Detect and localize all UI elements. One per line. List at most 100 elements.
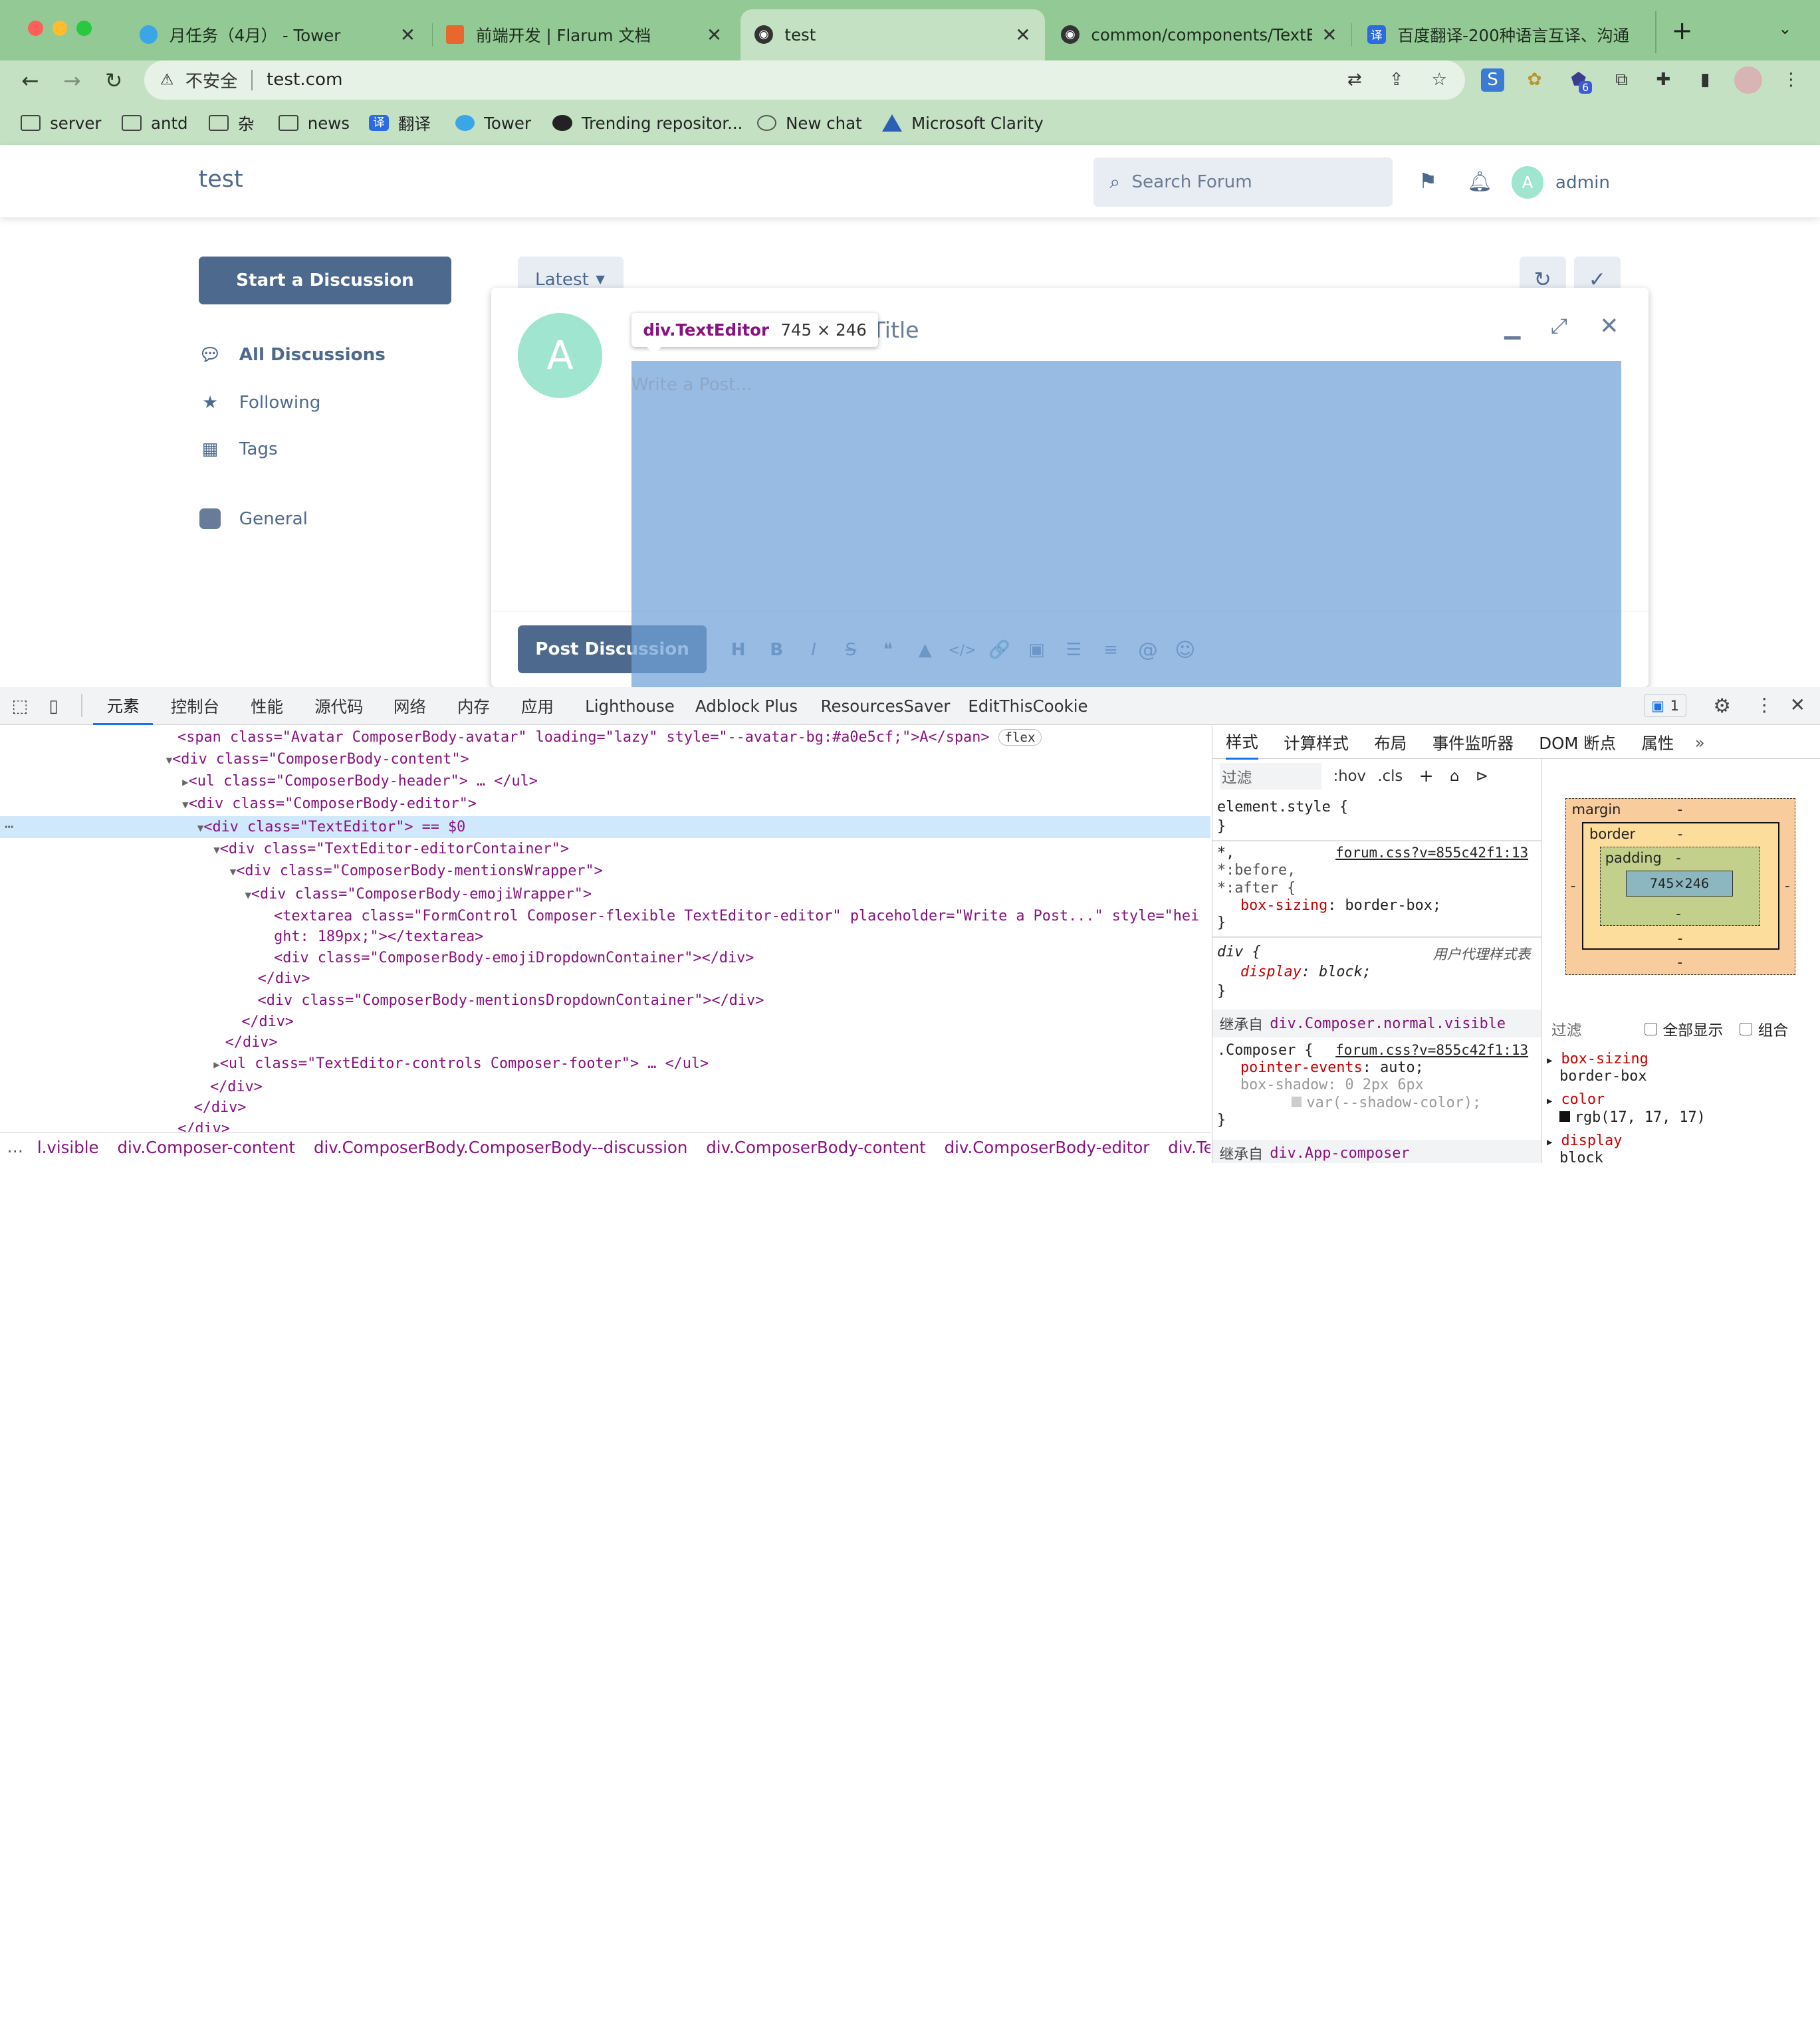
dom-node[interactable]: ▶<ul class="TextEditor-controls Composer… <box>213 1053 709 1075</box>
devtools-tab-performance[interactable]: 性能 <box>251 687 283 726</box>
dom-node[interactable]: ▼<div class="ComposerBody-mentionsWrappe… <box>230 860 603 882</box>
expand-triangle-icon[interactable]: ▼ <box>197 821 203 834</box>
dom-node-continuation[interactable]: ght: 189px;"></textarea> <box>274 926 483 948</box>
post-textarea[interactable]: Write a Post... <box>631 375 752 395</box>
close-tab-icon[interactable]: ✕ <box>1321 24 1337 46</box>
group-checkbox[interactable] <box>1739 1023 1752 1036</box>
close-tab-icon[interactable]: ✕ <box>400 24 415 46</box>
devtools-tab-sources[interactable]: 源代码 <box>314 687 363 726</box>
expand-triangle-icon[interactable]: ▼ <box>166 754 172 766</box>
collapse-triangle-icon[interactable]: ▶ <box>213 1058 219 1071</box>
breadcrumb-item[interactable]: l.visible <box>37 1138 99 1157</box>
devtools-tab-console[interactable]: 控制台 <box>171 687 219 726</box>
nav-tag-general[interactable]: General <box>199 505 308 533</box>
more-tabs-icon[interactable]: » <box>1695 733 1705 752</box>
dom-node-close[interactable]: </div> <box>210 1076 263 1098</box>
nav-following[interactable]: ★ Following <box>199 389 320 417</box>
forum-title[interactable]: test <box>199 166 243 193</box>
computed-prop[interactable]: ▶ display block <box>1547 1132 1706 1163</box>
bookmark-tower[interactable]: Tower <box>455 110 531 136</box>
dom-node-close[interactable]: </div> <box>177 1118 230 1132</box>
expand-triangle-icon[interactable]: ▼ <box>213 843 219 856</box>
expand-triangle-icon[interactable]: ▼ <box>245 889 251 901</box>
minimize-composer-icon[interactable]: ▁ <box>1504 316 1520 340</box>
inspect-element-icon[interactable]: ⬚ <box>11 696 28 716</box>
bookmark-new-chat[interactable]: New chat <box>756 110 862 136</box>
dom-node-selected[interactable]: ⋯ ▼<div class="TextEditor"> == $0 <box>0 815 1211 838</box>
cls-toggle[interactable]: .cls <box>1377 768 1403 785</box>
breadcrumb-item-active[interactable]: div.TextEditor <box>1168 1138 1210 1157</box>
dom-node[interactable]: <div class="ComposerBody-emojiDropdownCo… <box>274 947 754 969</box>
dom-node[interactable]: <span class="Avatar ComposerBody-avatar"… <box>177 726 1042 748</box>
expand-triangle-icon[interactable]: ▼ <box>182 798 188 811</box>
browser-tab-github[interactable]: ◉ common/components/TextEdit ✕ <box>1047 9 1351 60</box>
dom-breakpoints-tab[interactable]: DOM 断点 <box>1539 731 1616 754</box>
browser-tab-flarum-docs[interactable]: 前端开发 | Flarum 文档 ✕ <box>432 9 737 60</box>
nav-all-discussions[interactable]: 💬︎ All Discussions <box>199 341 385 369</box>
devtools-tab-adblock-plus[interactable]: Adblock Plus <box>695 687 798 726</box>
bookmark-github-trending[interactable]: Trending repositor... <box>552 110 742 136</box>
breadcrumb-item[interactable]: div.ComposerBody-content <box>706 1138 925 1157</box>
dom-node[interactable]: ▼<div class="TextEditor-editorContainer"… <box>213 838 569 860</box>
breadcrumb-scroll-left-icon[interactable]: … <box>7 1137 23 1156</box>
dom-node[interactable]: ▶<ul class="ComposerBody-header"> … </ul… <box>182 770 538 792</box>
extension-s-icon[interactable]: S <box>1481 68 1505 92</box>
close-tab-icon[interactable]: ✕ <box>1015 24 1030 46</box>
back-icon[interactable]: ← <box>16 67 44 95</box>
address-bar[interactable]: ⚠ 不安全 test.com <box>144 60 1465 100</box>
flag-icon[interactable]: ⚑ <box>1419 169 1437 193</box>
maximize-window-icon[interactable] <box>76 21 92 37</box>
close-window-icon[interactable] <box>27 21 43 37</box>
breadcrumb-item[interactable]: div.ComposerBody-editor <box>945 1138 1150 1157</box>
devtools-tab-application[interactable]: 应用 <box>521 687 554 726</box>
search-input[interactable]: ⌕ Search Forum <box>1093 158 1393 207</box>
bookmark-news[interactable]: news <box>279 110 350 136</box>
devtools-more-icon[interactable]: ⋮ <box>1755 694 1773 716</box>
bookmark-translate[interactable]: 译翻译 <box>369 110 431 136</box>
devtools-tab-editthiscookie[interactable]: EditThisCookie <box>968 687 1087 726</box>
new-tab-button[interactable]: + <box>1672 16 1693 46</box>
computed-filter-input[interactable]: 过滤 <box>1551 1018 1645 1040</box>
computed-prop[interactable]: ▶ box-sizing border-box <box>1547 1051 1706 1085</box>
dom-node[interactable]: <textarea class="FormControl Composer-fl… <box>274 905 1199 927</box>
dom-node-close[interactable]: </div> <box>258 968 310 990</box>
dom-node-close[interactable]: </div> <box>194 1097 247 1119</box>
new-rule-icon[interactable]: + <box>1419 766 1434 786</box>
start-discussion-button[interactable]: Start a Discussion <box>198 256 452 304</box>
devtools-tab-network[interactable]: 网络 <box>394 687 426 726</box>
toggle-sidebar-icon[interactable]: ⊳ <box>1476 768 1488 785</box>
hov-toggle[interactable]: :hov <box>1333 768 1366 785</box>
breadcrumb-item[interactable]: div.ComposerBody.ComposerBody--discussio… <box>314 1138 687 1157</box>
tab-search-icon[interactable]: ⌄ <box>1778 19 1791 38</box>
box-margin[interactable]: margin - - - - border - - padding - - 74… <box>1565 798 1795 975</box>
show-all-checkbox[interactable] <box>1644 1023 1657 1036</box>
devtools-settings-gear-icon[interactable]: ⚙ <box>1713 694 1731 717</box>
devtools-tab-lighthouse[interactable]: Lighthouse <box>585 687 675 726</box>
forward-icon[interactable]: → <box>58 67 86 95</box>
devtools-tab-resourcessaver[interactable]: ResourcesSaver <box>821 687 951 726</box>
styles-filter-input[interactable]: 过滤 <box>1219 763 1322 790</box>
flex-badge[interactable]: flex <box>998 729 1042 746</box>
browser-tab-tower[interactable]: 月任务（4月） - Tower ✕ <box>126 9 430 60</box>
extensions-puzzle-icon[interactable]: ✚ <box>1650 68 1676 92</box>
dom-node[interactable]: ▼<div class="ComposerBody-content"> <box>166 748 469 770</box>
close-tab-icon[interactable]: ✕ <box>707 24 722 46</box>
browser-menu-icon[interactable]: ⋮ <box>1778 68 1803 92</box>
extension-cookie-icon[interactable]: ✿ <box>1522 68 1547 92</box>
tab-groups-icon[interactable]: ⧉ <box>1609 68 1634 92</box>
user-avatar[interactable]: A <box>1511 165 1544 199</box>
stylesheet-link[interactable]: forum.css?v=855c42f1:13 <box>1335 845 1528 861</box>
computed-prop[interactable]: ▶ color rgb(17, 17, 17) <box>1547 1091 1706 1126</box>
reload-icon[interactable]: ↻ <box>100 67 128 95</box>
devtools-tab-memory[interactable]: 内存 <box>457 687 490 726</box>
bookmark-microsoft-clarity[interactable]: Microsoft Clarity <box>882 110 1044 136</box>
devtools-close-icon[interactable]: ✕ <box>1790 694 1805 716</box>
dom-node[interactable]: ▼<div class="ComposerBody-editor"> <box>182 793 477 815</box>
dom-node[interactable]: <div class="ComposerBody-mentionsDropdow… <box>258 990 764 1012</box>
paint-icon[interactable]: ⌂ <box>1450 768 1459 785</box>
bookmark-server[interactable]: server <box>21 110 101 136</box>
user-name[interactable]: admin <box>1555 173 1610 193</box>
breadcrumb-item[interactable]: div.Composer-content <box>117 1138 295 1157</box>
dom-node[interactable]: ▼<div class="ComposerBody-emojiWrapper"> <box>245 883 592 905</box>
profile-avatar[interactable] <box>1734 66 1762 94</box>
